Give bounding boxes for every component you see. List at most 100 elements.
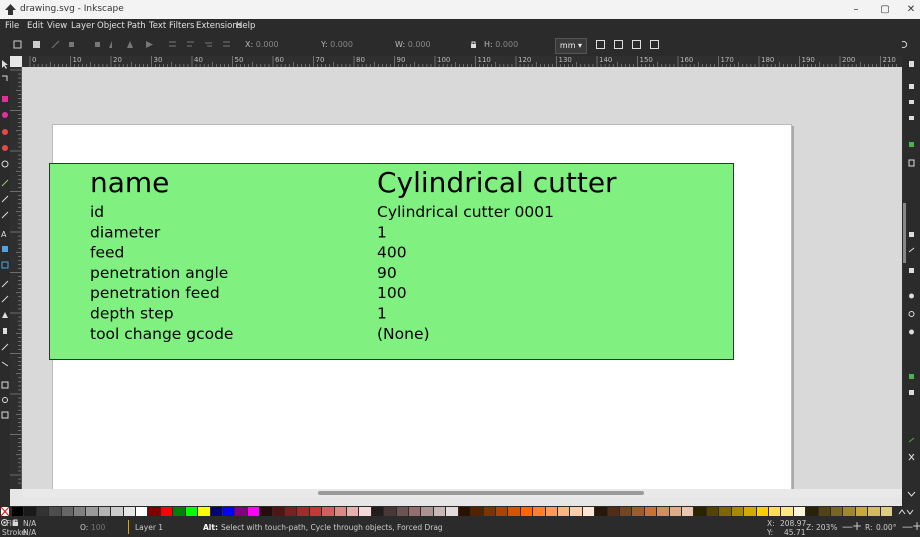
color-swatch[interactable] bbox=[446, 507, 458, 516]
rotate-ccw-icon[interactable] bbox=[68, 40, 77, 49]
color-swatch[interactable] bbox=[111, 507, 123, 516]
color-swatch[interactable] bbox=[595, 507, 607, 516]
color-swatch[interactable] bbox=[806, 507, 818, 516]
commands-toggle-icon[interactable] bbox=[900, 40, 909, 49]
color-swatch[interactable] bbox=[247, 507, 260, 516]
layers-icon[interactable] bbox=[909, 100, 914, 104]
pages-tool-icon[interactable] bbox=[1, 411, 9, 419]
color-swatch[interactable] bbox=[123, 507, 136, 516]
unit-select[interactable]: mm ▾ bbox=[555, 38, 587, 54]
pen-tool-icon[interactable] bbox=[1, 195, 9, 203]
star-tool-icon[interactable] bbox=[2, 129, 8, 135]
w-input[interactable]: 0.000 bbox=[408, 40, 431, 49]
color-swatch[interactable] bbox=[682, 507, 694, 516]
move-patterns-icon[interactable] bbox=[650, 40, 659, 49]
menu-edit[interactable]: Edit bbox=[27, 21, 43, 31]
minimize-button[interactable]: – bbox=[843, 2, 869, 17]
menu-layer[interactable]: Layer bbox=[71, 21, 95, 31]
flip-horizontal-icon[interactable] bbox=[108, 40, 117, 49]
menu-help[interactable]: Help bbox=[236, 21, 255, 31]
spiral-tool-icon[interactable] bbox=[1, 160, 9, 168]
horizontal-scroll-thumb[interactable] bbox=[318, 491, 644, 495]
color-swatch[interactable] bbox=[297, 507, 309, 516]
color-swatch[interactable] bbox=[160, 507, 173, 516]
select-all-layers-icon[interactable] bbox=[32, 40, 41, 49]
restore-button[interactable]: ▢ bbox=[872, 2, 898, 17]
color-swatch[interactable] bbox=[185, 507, 198, 516]
color-swatch[interactable] bbox=[359, 507, 371, 516]
y-input[interactable]: 0.000 bbox=[330, 40, 353, 49]
calligraphy-tool-icon[interactable] bbox=[1, 211, 9, 219]
color-swatch[interactable] bbox=[284, 507, 297, 516]
color-swatch[interactable] bbox=[533, 507, 545, 516]
close-button[interactable]: ✕ bbox=[898, 2, 920, 17]
color-swatch[interactable] bbox=[433, 507, 446, 516]
color-swatch[interactable] bbox=[347, 507, 359, 516]
color-swatch[interactable] bbox=[868, 507, 880, 516]
menu-object[interactable]: Object bbox=[97, 21, 125, 31]
color-swatch[interactable] bbox=[495, 507, 508, 516]
color-swatch[interactable] bbox=[793, 507, 806, 516]
text-font-icon[interactable] bbox=[908, 311, 915, 317]
color-swatch[interactable] bbox=[731, 507, 744, 516]
color-swatch[interactable] bbox=[582, 507, 595, 516]
color-swatch[interactable] bbox=[694, 507, 706, 516]
3d-box-tool-icon[interactable] bbox=[2, 145, 8, 151]
document-properties-icon[interactable] bbox=[909, 61, 914, 67]
color-swatch[interactable] bbox=[272, 507, 284, 516]
clones-icon[interactable] bbox=[908, 437, 915, 443]
x-input[interactable]: 0.000 bbox=[256, 40, 279, 49]
color-swatch[interactable] bbox=[706, 507, 719, 516]
color-swatch[interactable] bbox=[570, 507, 582, 516]
node-tool-icon[interactable] bbox=[2, 75, 8, 81]
spray-tool-icon[interactable] bbox=[3, 328, 7, 334]
color-swatch[interactable] bbox=[98, 507, 111, 516]
color-swatch[interactable] bbox=[74, 507, 86, 516]
no-paint-icon[interactable] bbox=[0, 506, 10, 518]
color-swatch[interactable] bbox=[222, 507, 235, 516]
swatches-icon[interactable] bbox=[909, 374, 914, 379]
objects-icon[interactable] bbox=[908, 247, 915, 253]
tweak-tool-icon[interactable] bbox=[2, 312, 8, 318]
color-swatch[interactable] bbox=[396, 507, 409, 516]
raise-icon[interactable] bbox=[145, 40, 154, 49]
color-swatch[interactable] bbox=[855, 507, 868, 516]
align-middle-icon[interactable] bbox=[186, 40, 195, 49]
color-swatch[interactable] bbox=[173, 507, 185, 516]
align-bottom-icon[interactable] bbox=[204, 40, 213, 49]
color-swatch[interactable] bbox=[830, 507, 843, 516]
page-icon[interactable] bbox=[908, 159, 915, 167]
menu-file[interactable]: File bbox=[5, 21, 19, 31]
color-swatch[interactable] bbox=[148, 507, 160, 516]
color-swatch[interactable] bbox=[235, 507, 247, 516]
color-swatch[interactable] bbox=[260, 507, 272, 516]
move-gradients-icon[interactable] bbox=[632, 40, 641, 49]
color-swatch[interactable] bbox=[818, 507, 830, 516]
color-swatch[interactable] bbox=[644, 507, 657, 516]
fill-stroke-icon[interactable] bbox=[909, 84, 914, 89]
color-swatch[interactable] bbox=[24, 507, 36, 516]
color-swatch[interactable] bbox=[210, 507, 222, 516]
color-swatch[interactable] bbox=[756, 507, 768, 516]
selector-tool-icon[interactable] bbox=[2, 60, 8, 69]
color-swatch[interactable] bbox=[198, 507, 210, 516]
opacity-input[interactable]: 100 bbox=[91, 523, 105, 532]
align-icon[interactable] bbox=[909, 142, 914, 147]
color-swatch[interactable] bbox=[371, 507, 384, 516]
scale-corners-icon[interactable] bbox=[614, 40, 623, 49]
symbols-icon[interactable] bbox=[909, 329, 914, 335]
color-swatch[interactable] bbox=[322, 507, 334, 516]
color-swatch[interactable] bbox=[421, 507, 433, 516]
color-swatch[interactable] bbox=[508, 507, 520, 516]
color-swatch[interactable] bbox=[719, 507, 731, 516]
color-swatch[interactable] bbox=[768, 507, 781, 516]
color-swatch[interactable] bbox=[309, 507, 322, 516]
rotate-input[interactable]: 0.00° bbox=[876, 523, 896, 532]
lock-icon[interactable] bbox=[469, 40, 478, 49]
export-icon[interactable] bbox=[909, 268, 914, 273]
color-swatch[interactable] bbox=[545, 507, 557, 516]
rotate-cw-button[interactable]: + bbox=[912, 519, 920, 533]
color-swatch[interactable] bbox=[458, 507, 471, 516]
color-swatch[interactable] bbox=[632, 507, 644, 516]
color-swatch[interactable] bbox=[36, 507, 49, 516]
